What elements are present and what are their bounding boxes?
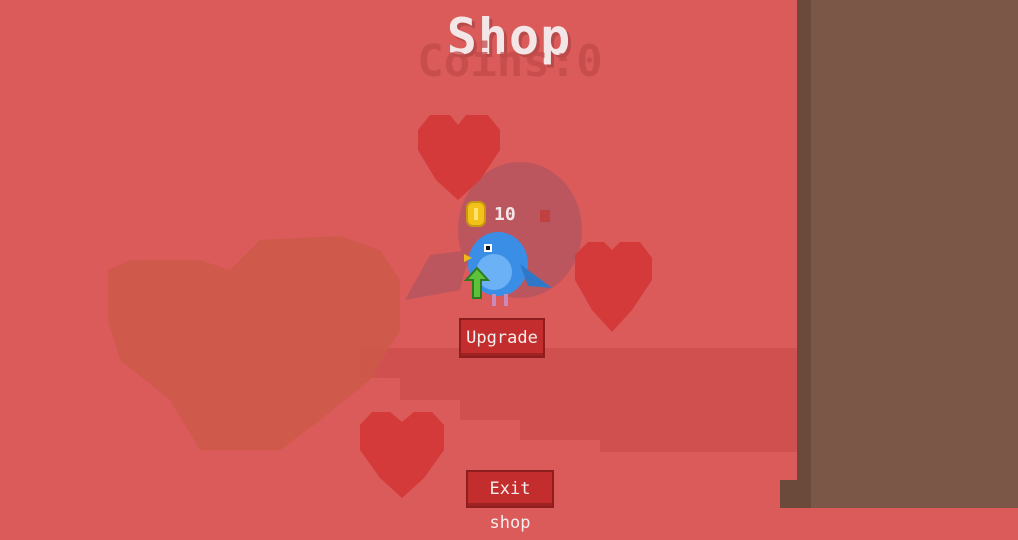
upgrade-button[interactable]: Upgrade — [459, 318, 545, 358]
upgrade-arrow-icon — [464, 266, 490, 299]
tree-trunk-pillar — [797, 0, 1018, 508]
heart-decor-right — [575, 242, 652, 332]
large-heart-decor — [108, 236, 400, 450]
shadow-bird-eye-decor — [540, 210, 550, 222]
tree-trunk-edge — [797, 0, 811, 508]
coin-icon — [466, 201, 486, 227]
coins-counter: Coins:0 — [417, 36, 603, 87]
game-scene: Shop Coins:0 10 Upgrade Exit shop — [0, 0, 1018, 533]
exit-shop-button[interactable]: Exit shop — [466, 470, 554, 533]
item-price-value: 10 — [494, 203, 516, 225]
heart-decor-bottom — [360, 412, 444, 498]
tree-trunk-foot — [780, 480, 810, 508]
item-price: 10 — [466, 200, 516, 228]
